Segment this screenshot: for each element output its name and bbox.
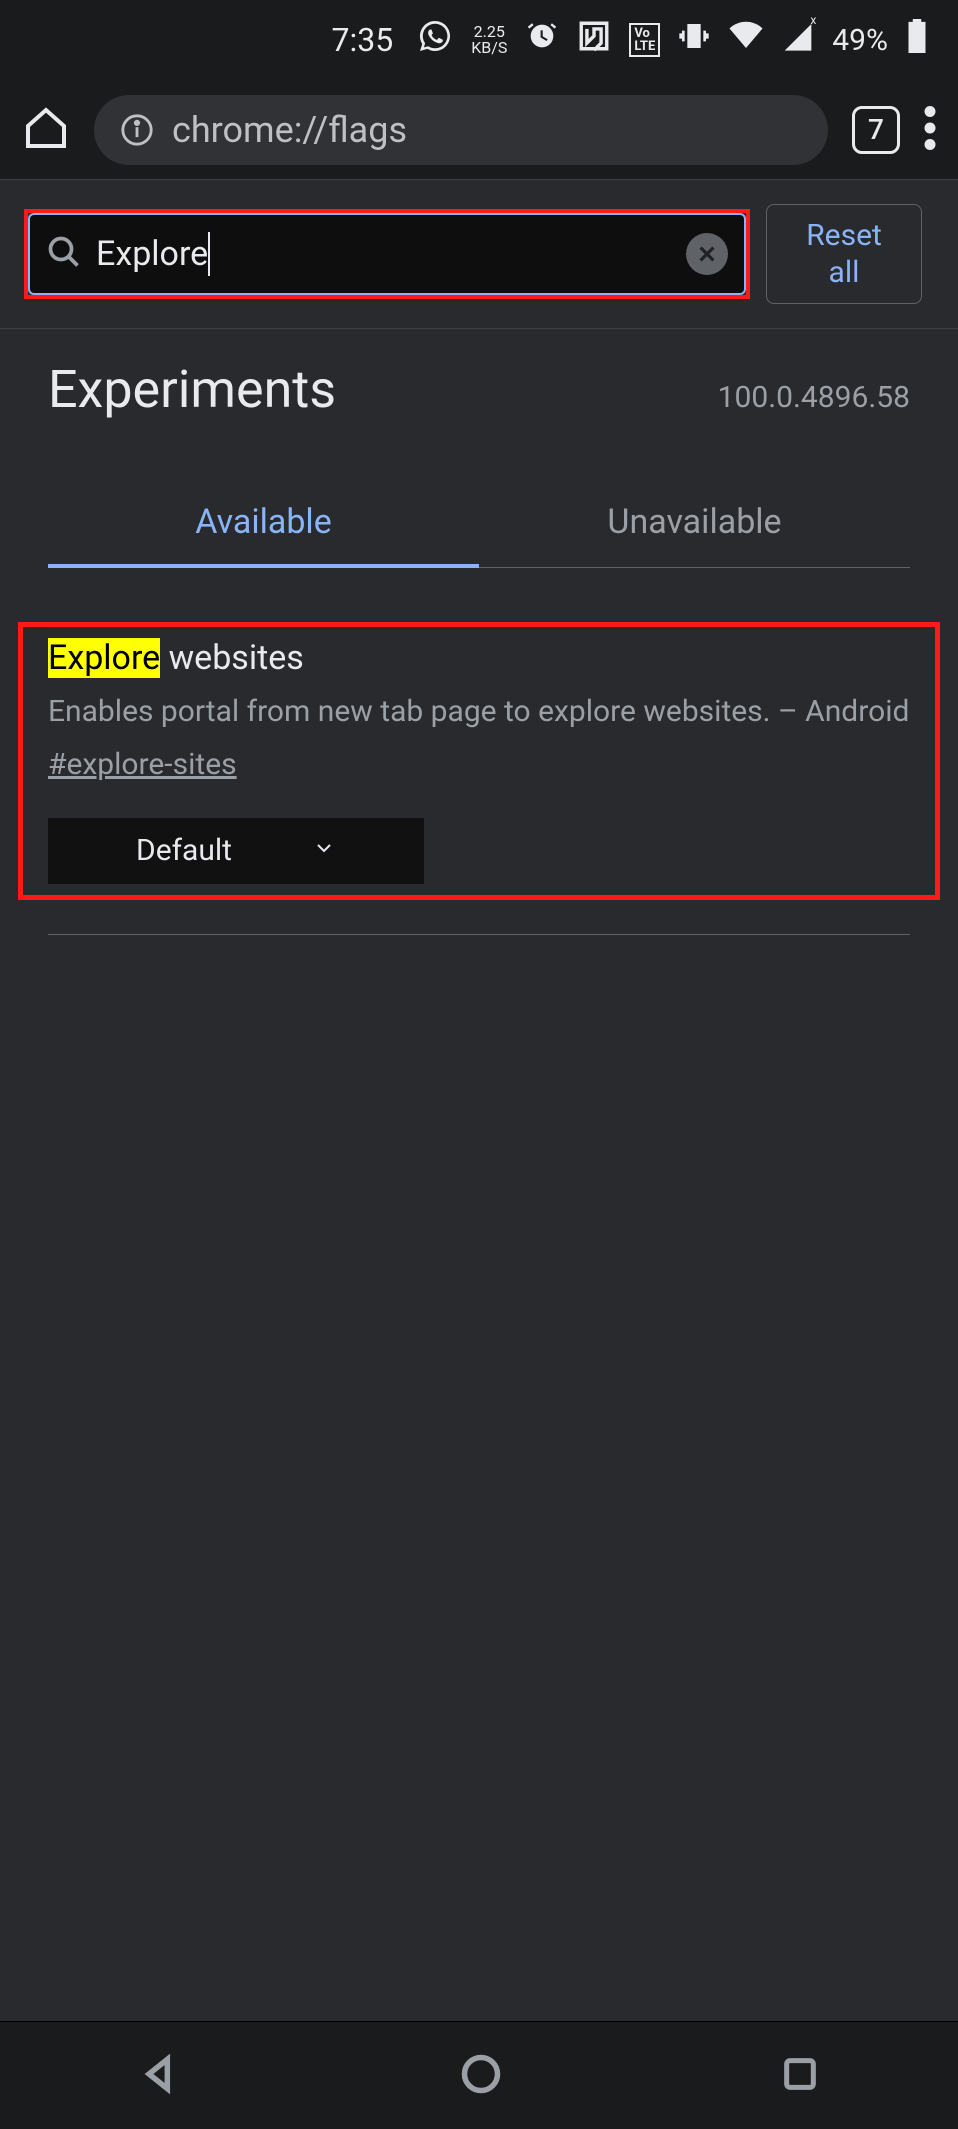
android-status-bar: 7:35 2.25 KB/S VoLTE x 49% [0, 0, 958, 80]
page-title: Experiments [48, 359, 336, 420]
volte-icon: VoLTE [629, 23, 660, 57]
battery-icon [906, 19, 928, 61]
flag-description: Enables portal from new tab page to expl… [48, 692, 910, 733]
flags-tabs: Available Unavailable [48, 480, 910, 568]
home-button[interactable] [459, 2052, 503, 2100]
network-speed-icon: 2.25 KB/S [471, 24, 507, 56]
flag-state-select[interactable]: Default [48, 818, 424, 884]
vibrate-icon [678, 20, 710, 60]
search-icon [46, 234, 82, 274]
alarm-icon [525, 19, 559, 61]
whatsapp-icon [417, 18, 453, 62]
flag-select-value: Default [136, 833, 232, 868]
search-input[interactable]: Explore [96, 232, 210, 276]
nfc-icon [577, 19, 611, 61]
android-nav-bar [0, 2021, 958, 2129]
reset-all-button[interactable]: Reset all [766, 204, 922, 304]
site-info-icon[interactable] [120, 113, 154, 147]
clear-search-button[interactable] [686, 233, 728, 275]
wifi-icon [728, 20, 764, 60]
tab-switcher-button[interactable]: 7 [852, 106, 900, 154]
chrome-version: 100.0.4896.58 [718, 380, 910, 415]
flags-content: Experiments 100.0.4896.58 Available Unav… [0, 329, 958, 2129]
flag-title: Explore websites [48, 638, 910, 678]
chevron-down-icon [312, 833, 336, 868]
recents-button[interactable] [780, 2054, 820, 2098]
battery-percentage: 49% [832, 23, 888, 58]
menu-icon[interactable] [924, 106, 936, 154]
back-button[interactable] [138, 2052, 182, 2100]
flag-item: Explore websites Enables portal from new… [48, 638, 910, 884]
tab-unavailable[interactable]: Unavailable [479, 480, 910, 567]
tab-available[interactable]: Available [48, 480, 479, 568]
flags-search-row: Explore Reset all [0, 180, 958, 329]
browser-toolbar: chrome://flags 7 [0, 80, 958, 180]
status-time: 7:35 [332, 21, 394, 59]
omnibox[interactable]: chrome://flags [94, 95, 828, 165]
home-icon[interactable] [22, 104, 70, 156]
omnibox-url: chrome://flags [172, 109, 407, 151]
flag-anchor-link[interactable]: #explore-sites [48, 747, 237, 782]
cellular-icon: x [782, 21, 814, 59]
separator [48, 934, 910, 935]
flags-search-box[interactable]: Explore [28, 213, 746, 295]
